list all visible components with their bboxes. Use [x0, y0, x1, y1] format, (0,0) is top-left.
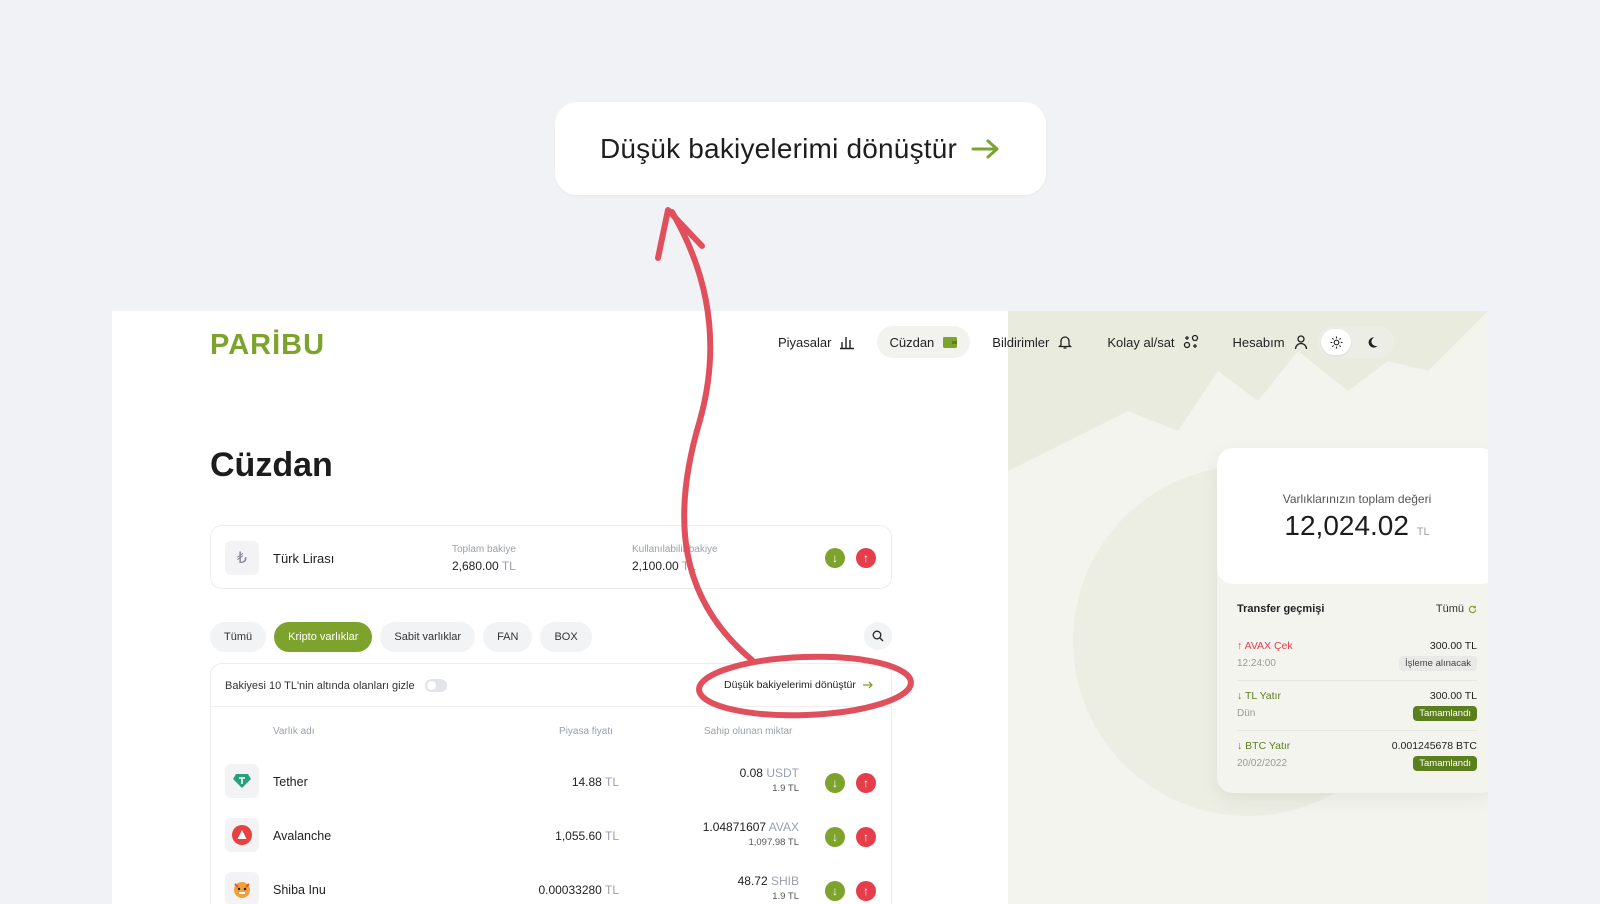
shiba-inu-icon [225, 872, 259, 904]
total-balance-label: Toplam bakiye [452, 544, 516, 555]
app-frame: PARİBU Piyasalar Cüzdan Bildirimler Kola… [112, 311, 1488, 904]
transfer-time: Dün [1237, 708, 1256, 719]
deposit-button[interactable]: ↓ [825, 548, 845, 568]
avalanche-icon [225, 818, 259, 852]
transfer-name: ↑ AVAX Çek [1237, 640, 1293, 652]
arrow-right-icon [971, 139, 999, 158]
search-button[interactable] [864, 622, 892, 650]
status-badge: Tamamlandı [1413, 756, 1477, 771]
chart-icon [840, 337, 855, 350]
total-value-card: Varlıklarınızın toplam değeri 12,024.02 … [1217, 448, 1488, 793]
hide-small-label: Bakiyesi 10 TL'nin altında olanları gizl… [225, 679, 415, 692]
filter-fixed[interactable]: Sabit varlıklar [380, 622, 476, 652]
transfer-item[interactable]: ↓ BTC Yatır 20/02/2022 0.001245678 BTC T… [1237, 740, 1477, 790]
asset-name: Shiba Inu [273, 883, 326, 897]
nav-label: Piyasalar [778, 334, 832, 350]
transfer-name: ↓ TL Yatır [1237, 690, 1281, 702]
transfer-item[interactable]: ↑ AVAX Çek 12:24:00 300.00 TL İşleme alı… [1237, 640, 1477, 690]
divider [1237, 730, 1477, 731]
col-owned-amount: Sahip olunan miktar [704, 726, 793, 737]
divider [1237, 680, 1477, 681]
filter-fan[interactable]: FAN [483, 622, 533, 652]
total-value: 12,024.02 TL [1284, 510, 1430, 541]
total-balance: Toplam bakiye 2,680.00 TL [452, 544, 516, 573]
filter-box[interactable]: BOX [540, 622, 592, 652]
owned-amount: 48.72 SHIB 1.9 TL [737, 874, 799, 902]
asset-name: Avalanche [273, 829, 332, 843]
paribu-logo[interactable]: PARİBU [210, 329, 325, 362]
currency-name: Türk Lirası [273, 551, 335, 566]
transfer-amount: 300.00 TL [1429, 640, 1477, 652]
total-value-header: Varlıklarınızın toplam değeri 12,024.02 … [1217, 448, 1488, 584]
available-balance-value: 2,100.00 TL [632, 559, 696, 573]
transfer-amount: 0.001245678 BTC [1391, 740, 1477, 752]
status-badge: Tamamlandı [1413, 706, 1477, 721]
filter-crypto[interactable]: Kripto varlıklar [274, 622, 373, 652]
transfer-history-title: Transfer geçmişi [1237, 603, 1325, 615]
page-title: Cüzdan [210, 446, 333, 484]
market-price: 1,055.60 TL [555, 829, 619, 843]
convert-low-balances-link[interactable]: Düşük bakiyelerimi dönüştür [724, 679, 874, 691]
deposit-button[interactable]: ↓ [825, 773, 845, 793]
col-asset-name: Varlık adı [273, 726, 315, 737]
annotation-arrowhead [655, 207, 705, 261]
nav-label: Cüzdan [889, 334, 935, 350]
deposit-button[interactable]: ↓ [825, 827, 845, 847]
convert-label: Düşük bakiyelerimi dönüştür [724, 679, 856, 691]
asset-name: Tether [273, 775, 308, 789]
arrow-right-icon [862, 681, 873, 689]
summary-panel: Varlıklarınızın toplam değeri 12,024.02 … [1008, 311, 1488, 904]
nav-piyasalar[interactable]: Piyasalar [766, 326, 867, 358]
refresh-icon [1468, 605, 1477, 613]
asset-table: Bakiyesi 10 TL'nin altında olanları gizl… [210, 663, 892, 904]
table-row[interactable]: Avalanche 1,055.60 TL 1.04871607 AVAX 1,… [211, 810, 891, 864]
withdraw-button[interactable]: ↑ [856, 773, 876, 793]
try-balance-card: ₺ Türk Lirası Toplam bakiye 2,680.00 TL … [210, 525, 892, 589]
market-price: 0.00033280 TL [538, 883, 619, 897]
transfer-item[interactable]: ↓ TL Yatır Dün 300.00 TL Tamamlandı [1237, 690, 1477, 740]
nav-cuzdan[interactable]: Cüzdan [877, 326, 971, 358]
search-icon [872, 630, 884, 642]
withdraw-button[interactable]: ↑ [856, 881, 876, 901]
lira-icon: ₺ [225, 541, 259, 575]
transfer-name: ↓ BTC Yatır [1237, 740, 1291, 752]
transfer-time: 20/02/2022 [1237, 758, 1288, 769]
withdraw-button[interactable]: ↑ [856, 827, 876, 847]
owned-amount: 1.04871607 AVAX 1,097.98 TL [702, 820, 799, 848]
col-market-price: Piyasa fiyatı [559, 726, 613, 737]
transfer-history-header: Transfer geçmişi Tümü [1237, 603, 1477, 615]
hide-small-toggle[interactable] [424, 679, 447, 692]
total-balance-value: 2,680.00 TL [452, 559, 516, 573]
transfer-history-all-link[interactable]: Tümü [1436, 603, 1477, 615]
tether-icon [225, 764, 259, 798]
deposit-button[interactable]: ↓ [825, 881, 845, 901]
convert-callout[interactable]: Düşük bakiyelerimi dönüştür [555, 102, 1046, 195]
transfer-amount: 300.00 TL [1429, 690, 1477, 702]
asset-filters: Tümü Kripto varlıklar Sabit varlıklar FA… [210, 622, 592, 652]
total-value-label: Varlıklarınızın toplam değeri [1282, 492, 1432, 506]
available-balance-label: Kullanılabilir bakiye [632, 544, 718, 555]
table-row[interactable]: Shiba Inu 0.00033280 TL 48.72 SHIB 1.9 T… [211, 864, 891, 904]
transfer-time: 12:24:00 [1237, 658, 1276, 669]
filter-all[interactable]: Tümü [210, 622, 267, 652]
status-badge: İşleme alınacak [1398, 656, 1477, 671]
owned-amount: 0.08 USDT 1.9 TL [739, 766, 799, 794]
hide-small-balances: Bakiyesi 10 TL'nin altında olanları gizl… [225, 679, 447, 692]
wallet-icon [943, 337, 958, 348]
callout-text: Düşük bakiyelerimi dönüştür [599, 132, 958, 164]
table-row[interactable]: Tether 14.88 TL 0.08 USDT 1.9 TL ↓ ↑ [211, 756, 891, 810]
market-price: 14.88 TL [571, 775, 619, 789]
withdraw-button[interactable]: ↑ [856, 548, 876, 568]
available-balance: Kullanılabilir bakiye 2,100.00 TL [632, 544, 718, 573]
divider [211, 706, 891, 707]
